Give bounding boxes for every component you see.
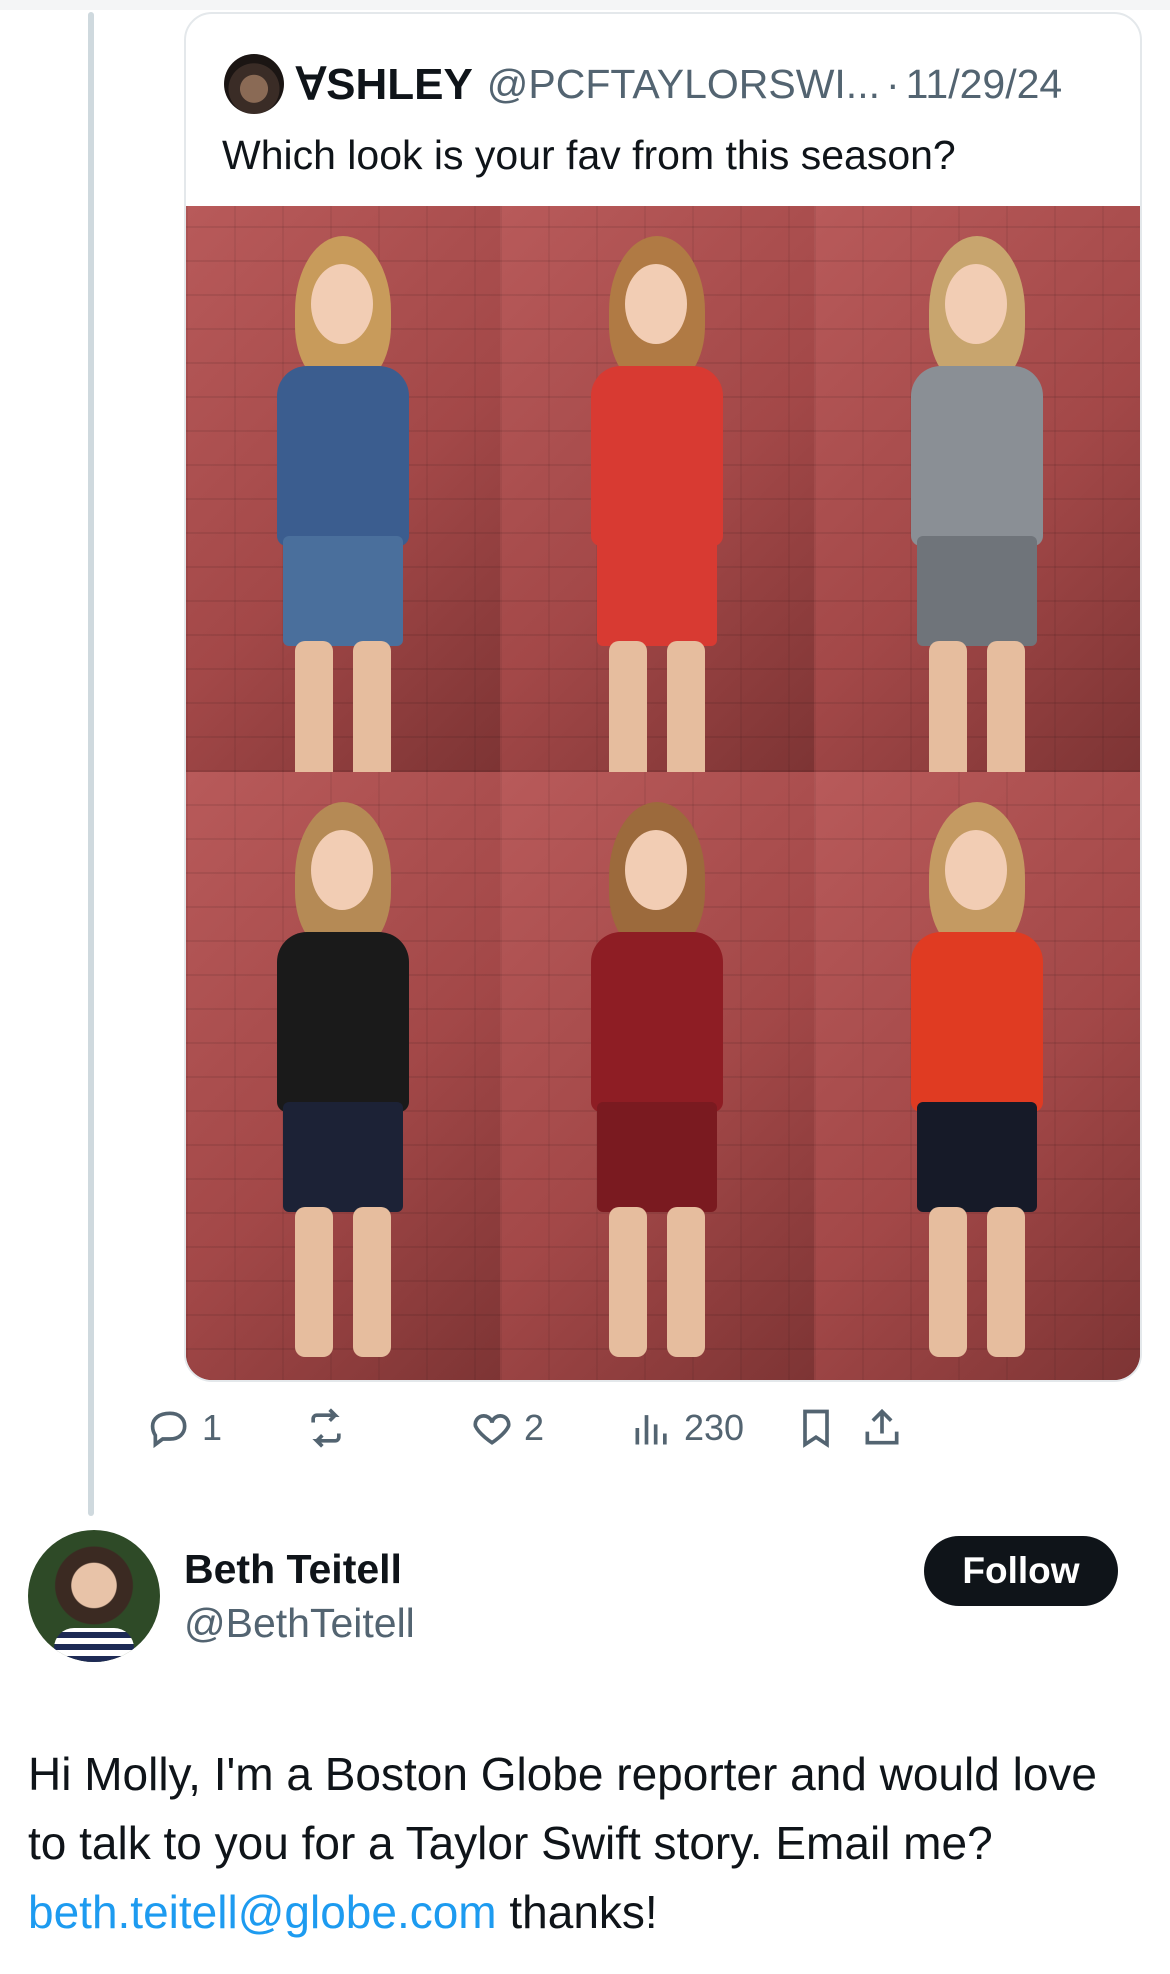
post-text: Hi Molly, I'm a Boston Globe reporter an… [28,1740,1138,1947]
bottom-garment [917,536,1037,646]
top-garment [277,366,409,546]
tweet-action-bar: 1 2 230 [150,1396,1138,1460]
author-name[interactable]: Beth Teitell [184,1546,402,1593]
quoted-tweet-text: Which look is your fav from this season? [222,132,956,178]
share-button[interactable] [860,1396,904,1460]
thread-connector-line [88,12,94,1516]
face [625,830,687,910]
view-count: 230 [684,1407,745,1448]
quoted-tweet-header: ꓯSHLEY @PCFTAYLORSWI... · 11/29/24 [224,52,1062,116]
top-garment [911,366,1043,546]
leg [667,641,705,772]
bottom-garment [917,1102,1037,1212]
photo-grid [186,206,1140,1380]
outfit-photo[interactable] [814,206,1140,772]
quoted-author-avatar[interactable] [224,54,284,114]
post-text-before: Hi Molly, I'm a Boston Globe reporter an… [28,1748,1097,1869]
repost-icon [311,1408,341,1448]
outfit-photo[interactable] [186,206,500,772]
leg [295,641,333,772]
outfit-photo[interactable] [500,206,814,772]
reply-button[interactable]: 1 [148,1396,222,1460]
outfit-photo[interactable] [186,772,500,1380]
person-figure [243,802,443,1362]
email-link[interactable]: beth.teitell@globe.com [28,1886,497,1938]
quoted-author-name[interactable]: ꓯSHLEY [296,59,473,110]
heart-icon [473,1414,511,1445]
bottom-garment [283,536,403,646]
leg [353,1207,391,1357]
author-handle[interactable]: @BethTeitell [184,1600,415,1647]
bookmark-button[interactable] [794,1396,838,1460]
quoted-author-handle[interactable]: @PCFTAYLORSWI... [487,61,880,108]
face [311,830,373,910]
leg [929,641,967,772]
top-strip [0,0,1170,10]
views-button[interactable]: 230 [630,1396,744,1460]
bookmark-icon [803,1409,829,1448]
outfit-photo[interactable] [814,772,1140,1380]
views-chart-icon [635,1415,667,1445]
person-figure [877,802,1077,1362]
face [311,264,373,344]
leg [987,641,1025,772]
follow-button[interactable]: Follow [924,1536,1118,1606]
separator-dot: · [885,60,900,107]
bottom-garment [283,1102,403,1212]
share-icon [865,1408,899,1445]
top-garment [591,366,723,546]
post-text-after: thanks! [496,1886,658,1938]
face [945,264,1007,344]
quoted-tweet-date[interactable]: 11/29/24 [906,61,1063,108]
leg [667,1207,705,1357]
face [945,830,1007,910]
reply-count: 1 [202,1407,223,1448]
person-figure [877,236,1077,772]
top-garment [277,932,409,1112]
leg [353,641,391,772]
leg [987,1207,1025,1357]
person-figure [557,236,757,772]
outfit-photo[interactable] [500,772,814,1380]
leg [609,641,647,772]
repost-button[interactable] [304,1396,358,1460]
author-avatar[interactable] [28,1530,160,1662]
like-button[interactable]: 2 [470,1396,544,1460]
reply-icon [150,1411,187,1449]
person-figure [243,236,443,772]
leg [609,1207,647,1357]
face [625,264,687,344]
bottom-garment [597,1102,717,1212]
top-garment [591,932,723,1112]
like-count: 2 [524,1407,545,1448]
quoted-tweet-card[interactable]: ꓯSHLEY @PCFTAYLORSWI... · 11/29/24 Which… [184,12,1142,1382]
leg [929,1207,967,1357]
bottom-garment [597,536,717,646]
leg [295,1207,333,1357]
top-garment [911,932,1043,1112]
person-figure [557,802,757,1362]
